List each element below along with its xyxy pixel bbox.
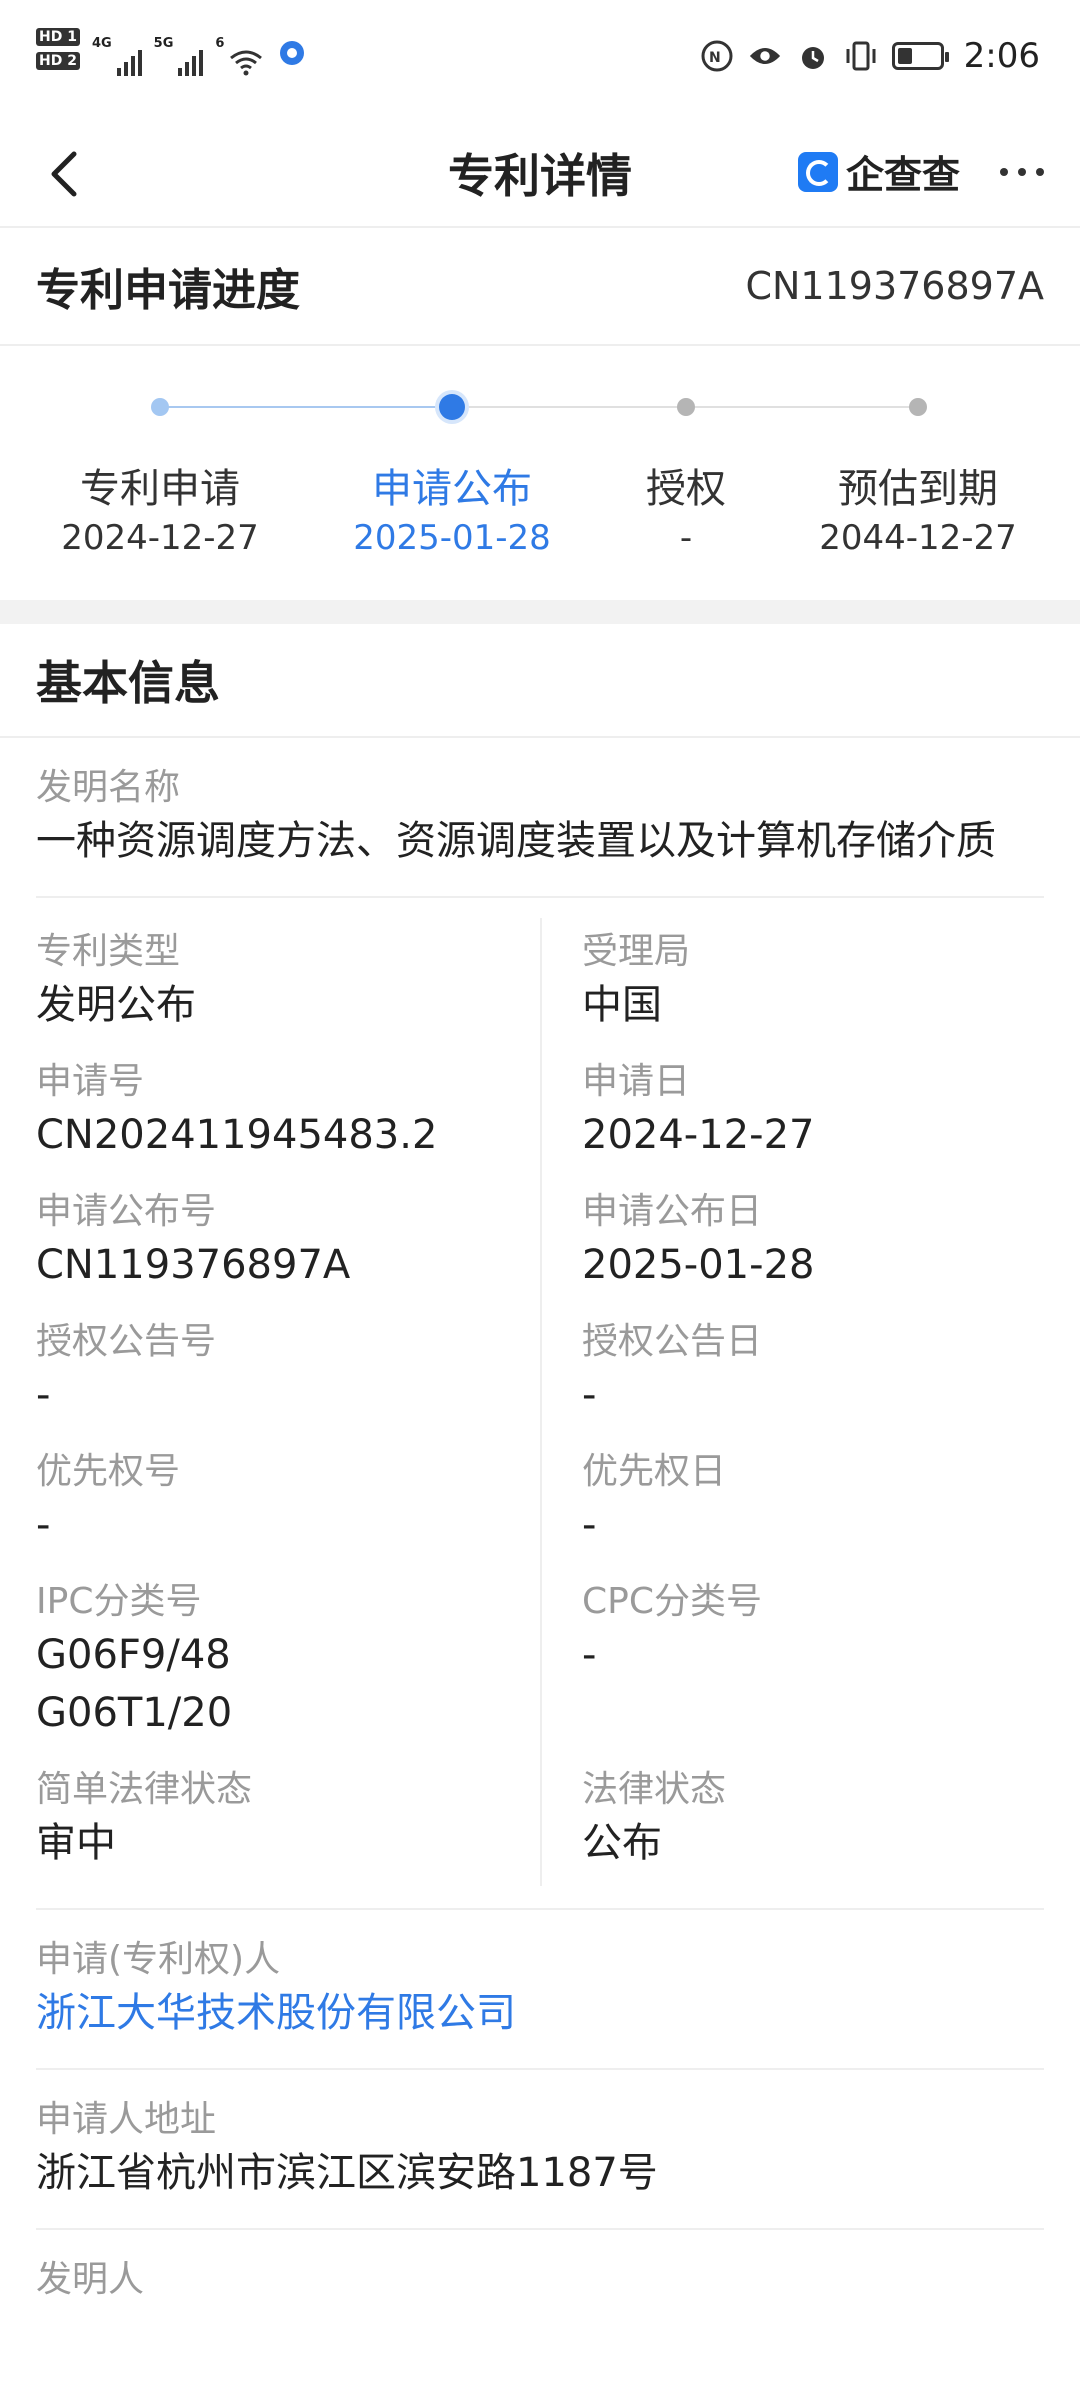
address-field: 申请人地址 浙江省杭州市滨江区滨安路1187号 <box>36 2070 1044 2230</box>
field-label: 授权公告日 <box>582 1321 763 1362</box>
step-date: 2044-12-27 <box>819 518 1017 558</box>
step-date: 2024-12-27 <box>61 518 259 558</box>
info-row: IPC分类号 G06F9/48 G06T1/20 CPC分类号 - <box>36 1568 1044 1756</box>
field-label: 受理局 <box>582 931 691 972</box>
field-value: G06F9/48 <box>36 1632 231 1678</box>
brand-logo[interactable]: 企查查 <box>797 144 960 199</box>
info-row: 申请号 CN202411945483.2 申请日 2024-12-27 <box>36 1048 1044 1178</box>
field-label: 法律状态 <box>582 1769 727 1810</box>
section-divider <box>0 600 1080 624</box>
step-publish: 申请公布 2025-01-28 <box>332 456 572 558</box>
field-value: - <box>582 1372 597 1418</box>
step-label: 预估到期 <box>838 466 998 512</box>
signal-4g-icon: 4G <box>92 28 142 76</box>
field-label: 发明人 <box>36 2259 145 2300</box>
field-value: - <box>582 1632 597 1678</box>
nav-bar: 专利详情 企查查 <box>0 116 1080 228</box>
field-value: - <box>36 1372 51 1418</box>
step-grant: 授权 - <box>566 456 806 558</box>
field-value: 公布 <box>582 1820 662 1866</box>
field-value: 2024-12-27 <box>582 1112 815 1158</box>
progress-timeline: 专利申请 2024-12-27 申请公布 2025-01-28 授权 - 预估到… <box>0 346 1080 600</box>
more-dot-icon <box>1000 168 1008 176</box>
wifi-gen: 6 <box>215 36 225 51</box>
field-value: 一种资源调度方法、资源调度装置以及计算机存储介质 <box>36 818 996 864</box>
alarm-icon <box>796 39 830 73</box>
clock: 2:06 <box>963 36 1040 76</box>
timeline-segment-done <box>160 406 452 408</box>
nfc-icon: N <box>700 39 734 73</box>
progress-heading: 专利申请进度 <box>36 265 300 316</box>
field-label: 申请公布号 <box>36 1191 217 1232</box>
field-value: 2025-01-28 <box>582 1242 815 1288</box>
field-label: CPC分类号 <box>582 1581 762 1622</box>
brand-name: 企查查 <box>845 153 960 197</box>
step-dot-done <box>151 398 169 416</box>
info-row: 优先权号 - 优先权日 - <box>36 1438 1044 1568</box>
field-label: 授权公告号 <box>36 1321 217 1362</box>
app-notification-icon <box>275 28 309 70</box>
invention-name-field: 发明名称 一种资源调度方法、资源调度装置以及计算机存储介质 <box>36 738 1044 898</box>
field-label: IPC分类号 <box>36 1581 202 1622</box>
inventor-field: 发明人 <box>36 2230 1044 2330</box>
info-row: 专利类型发明公布 受理局中国 <box>36 918 1044 1048</box>
signal-5g-icon: 5G <box>154 28 204 76</box>
field-label: 申请公布日 <box>582 1191 763 1232</box>
field-label: 发明名称 <box>36 767 181 808</box>
network-type-2: 5G <box>153 36 174 51</box>
field-label: 优先权日 <box>582 1451 727 1492</box>
wifi-icon: 6 <box>215 28 263 76</box>
field-label: 申请日 <box>582 1061 691 1102</box>
info-row: 申请公布号 CN119376897A 申请公布日 2025-01-28 <box>36 1178 1044 1308</box>
progress-header: 专利申请进度 CN119376897A <box>0 228 1080 346</box>
step-dot-current <box>439 394 465 420</box>
applicant-field: 申请(专利权)人 浙江大华技术股份有限公司 <box>36 1910 1044 2070</box>
qcc-logo-icon <box>797 151 838 192</box>
vibrate-icon <box>844 39 878 73</box>
sim1-badge: HD 1 <box>36 28 80 46</box>
field-value: CN119376897A <box>36 1242 351 1288</box>
battery-icon <box>891 42 949 70</box>
field-value: 浙江省杭州市滨江区滨安路1187号 <box>36 2150 658 2196</box>
step-label: 授权 <box>646 466 726 512</box>
field-value: 中国 <box>582 982 662 1028</box>
step-dot-pending <box>677 398 695 416</box>
more-dot-icon <box>1036 168 1044 176</box>
network-type-1: 4G <box>91 36 112 51</box>
step-expiry: 预估到期 2044-12-27 <box>798 456 1038 558</box>
more-dot-icon <box>1018 168 1026 176</box>
info-row: 授权公告号 - 授权公告日 - <box>36 1308 1044 1438</box>
info-row: 简单法律状态审中 法律状态公布 <box>36 1756 1044 1886</box>
sim1-text: HD 1 <box>36 28 80 46</box>
step-date: - <box>679 518 693 558</box>
eye-icon <box>748 39 782 73</box>
field-value: - <box>582 1502 597 1548</box>
field-label: 申请人地址 <box>36 2099 217 2140</box>
field-value: 审中 <box>36 1820 116 1866</box>
svg-text:N: N <box>709 50 721 66</box>
field-label: 专利类型 <box>36 931 181 972</box>
field-label: 优先权号 <box>36 1451 181 1492</box>
patent-number: CN119376897A <box>745 264 1044 308</box>
step-label: 专利申请 <box>80 466 240 512</box>
field-value: - <box>36 1502 51 1548</box>
status-bar: HD 1 HD 2 4G 5G 6 N 2:06 <box>0 0 1080 116</box>
sim2-text: HD 2 <box>36 52 80 70</box>
step-label: 申请公布 <box>372 466 532 512</box>
step-dot-pending <box>909 398 927 416</box>
step-apply: 专利申请 2024-12-27 <box>40 456 280 558</box>
sim2-badge: HD 2 <box>36 52 80 70</box>
field-value: 发明公布 <box>36 982 196 1028</box>
field-label: 申请(专利权)人 <box>36 1939 281 1980</box>
step-date: 2025-01-28 <box>353 518 551 558</box>
patent-info-grid: 专利类型发明公布 受理局中国 申请号 CN202411945483.2 申请日 20… <box>36 898 1044 1910</box>
field-label: 申请号 <box>36 1061 145 1102</box>
basic-info-heading: 基本信息 <box>0 624 1080 738</box>
applicant-link[interactable]: 浙江大华技术股份有限公司 <box>36 1984 1044 2042</box>
more-options-button[interactable] <box>1000 168 1044 176</box>
field-value: G06T1/20 <box>36 1690 233 1736</box>
field-label: 简单法律状态 <box>36 1769 253 1810</box>
field-value: CN202411945483.2 <box>36 1112 438 1158</box>
